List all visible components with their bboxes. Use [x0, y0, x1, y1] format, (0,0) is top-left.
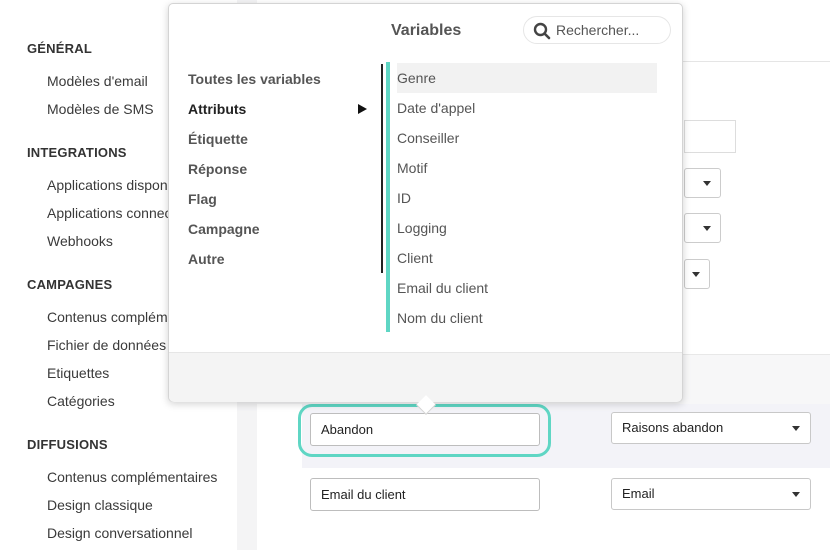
background-select-1[interactable]: [684, 168, 721, 198]
chevron-down-icon: [703, 226, 711, 231]
chevron-down-icon: [692, 272, 700, 277]
background-input[interactable]: [684, 120, 736, 153]
variable-item-date-appel[interactable]: Date d'appel: [397, 93, 657, 123]
variable-item-logging[interactable]: Logging: [397, 213, 657, 243]
category-divider: [381, 64, 383, 273]
category-campagne[interactable]: Campagne: [188, 221, 260, 237]
variable-label: Client: [397, 250, 433, 266]
category-etiquette[interactable]: Étiquette: [188, 131, 248, 147]
category-all-variables[interactable]: Toutes les variables: [188, 71, 321, 87]
variable-search[interactable]: [523, 16, 671, 44]
variable-label: Genre: [397, 70, 436, 86]
search-input[interactable]: [556, 20, 666, 40]
sidebar-section-diffusions: DIFFUSIONS: [27, 437, 108, 452]
sidebar-section-general: GÉNÉRAL: [27, 41, 92, 56]
background-select-3[interactable]: [684, 259, 710, 289]
search-icon: [533, 22, 551, 40]
popover-title: Variables: [391, 22, 462, 39]
sidebar-section-campagnes: CAMPAGNES: [27, 277, 113, 292]
category-flag[interactable]: Flag: [188, 191, 217, 207]
category-reponse[interactable]: Réponse: [188, 161, 247, 177]
variable-item-motif[interactable]: Motif: [397, 153, 657, 183]
attribute-select-email[interactable]: Email: [611, 478, 811, 510]
caret-right-icon: [358, 104, 367, 114]
chevron-down-icon: [703, 181, 711, 186]
variable-field-email-client[interactable]: Email du client: [310, 478, 540, 511]
select-value: Raisons abandon: [622, 420, 724, 435]
variable-list-accent-bar: [386, 62, 390, 332]
select-value: Email: [622, 486, 655, 501]
variable-item-nom-client[interactable]: Nom du client: [397, 303, 657, 333]
chevron-down-icon: [792, 492, 800, 497]
chevron-down-icon: [792, 426, 800, 431]
variable-item-genre[interactable]: Genre: [397, 63, 657, 93]
sidebar-section-integrations: INTEGRATIONS: [27, 145, 127, 160]
variable-label: Date d'appel: [397, 100, 476, 116]
variable-item-client[interactable]: Client: [397, 243, 657, 273]
variable-item-id[interactable]: ID: [397, 183, 657, 213]
category-attributs[interactable]: Attributs: [188, 101, 246, 117]
variable-label: Nom du client: [397, 310, 483, 326]
variable-item-conseiller[interactable]: Conseiller: [397, 123, 657, 153]
variable-label: ID: [397, 190, 411, 206]
variables-popover: Variables Toutes les variables Attributs…: [168, 3, 683, 415]
variable-label: Conseiller: [397, 130, 460, 146]
background-select-2[interactable]: [684, 213, 721, 243]
variable-label: Logging: [397, 220, 447, 236]
variable-label: Email du client: [397, 280, 489, 296]
attribute-select-raisons-abandon[interactable]: Raisons abandon: [611, 412, 811, 444]
category-autre[interactable]: Autre: [188, 251, 225, 267]
sidebar-item-conversational-design[interactable]: Design conversationnel: [47, 525, 237, 541]
sidebar-item-classic-design[interactable]: Design classique: [47, 497, 237, 513]
variable-item-email-client[interactable]: Email du client: [397, 273, 657, 303]
sidebar-item-diffusion-extra-content[interactable]: Contenus complémentaires: [47, 469, 237, 485]
variable-label: Motif: [397, 160, 428, 176]
